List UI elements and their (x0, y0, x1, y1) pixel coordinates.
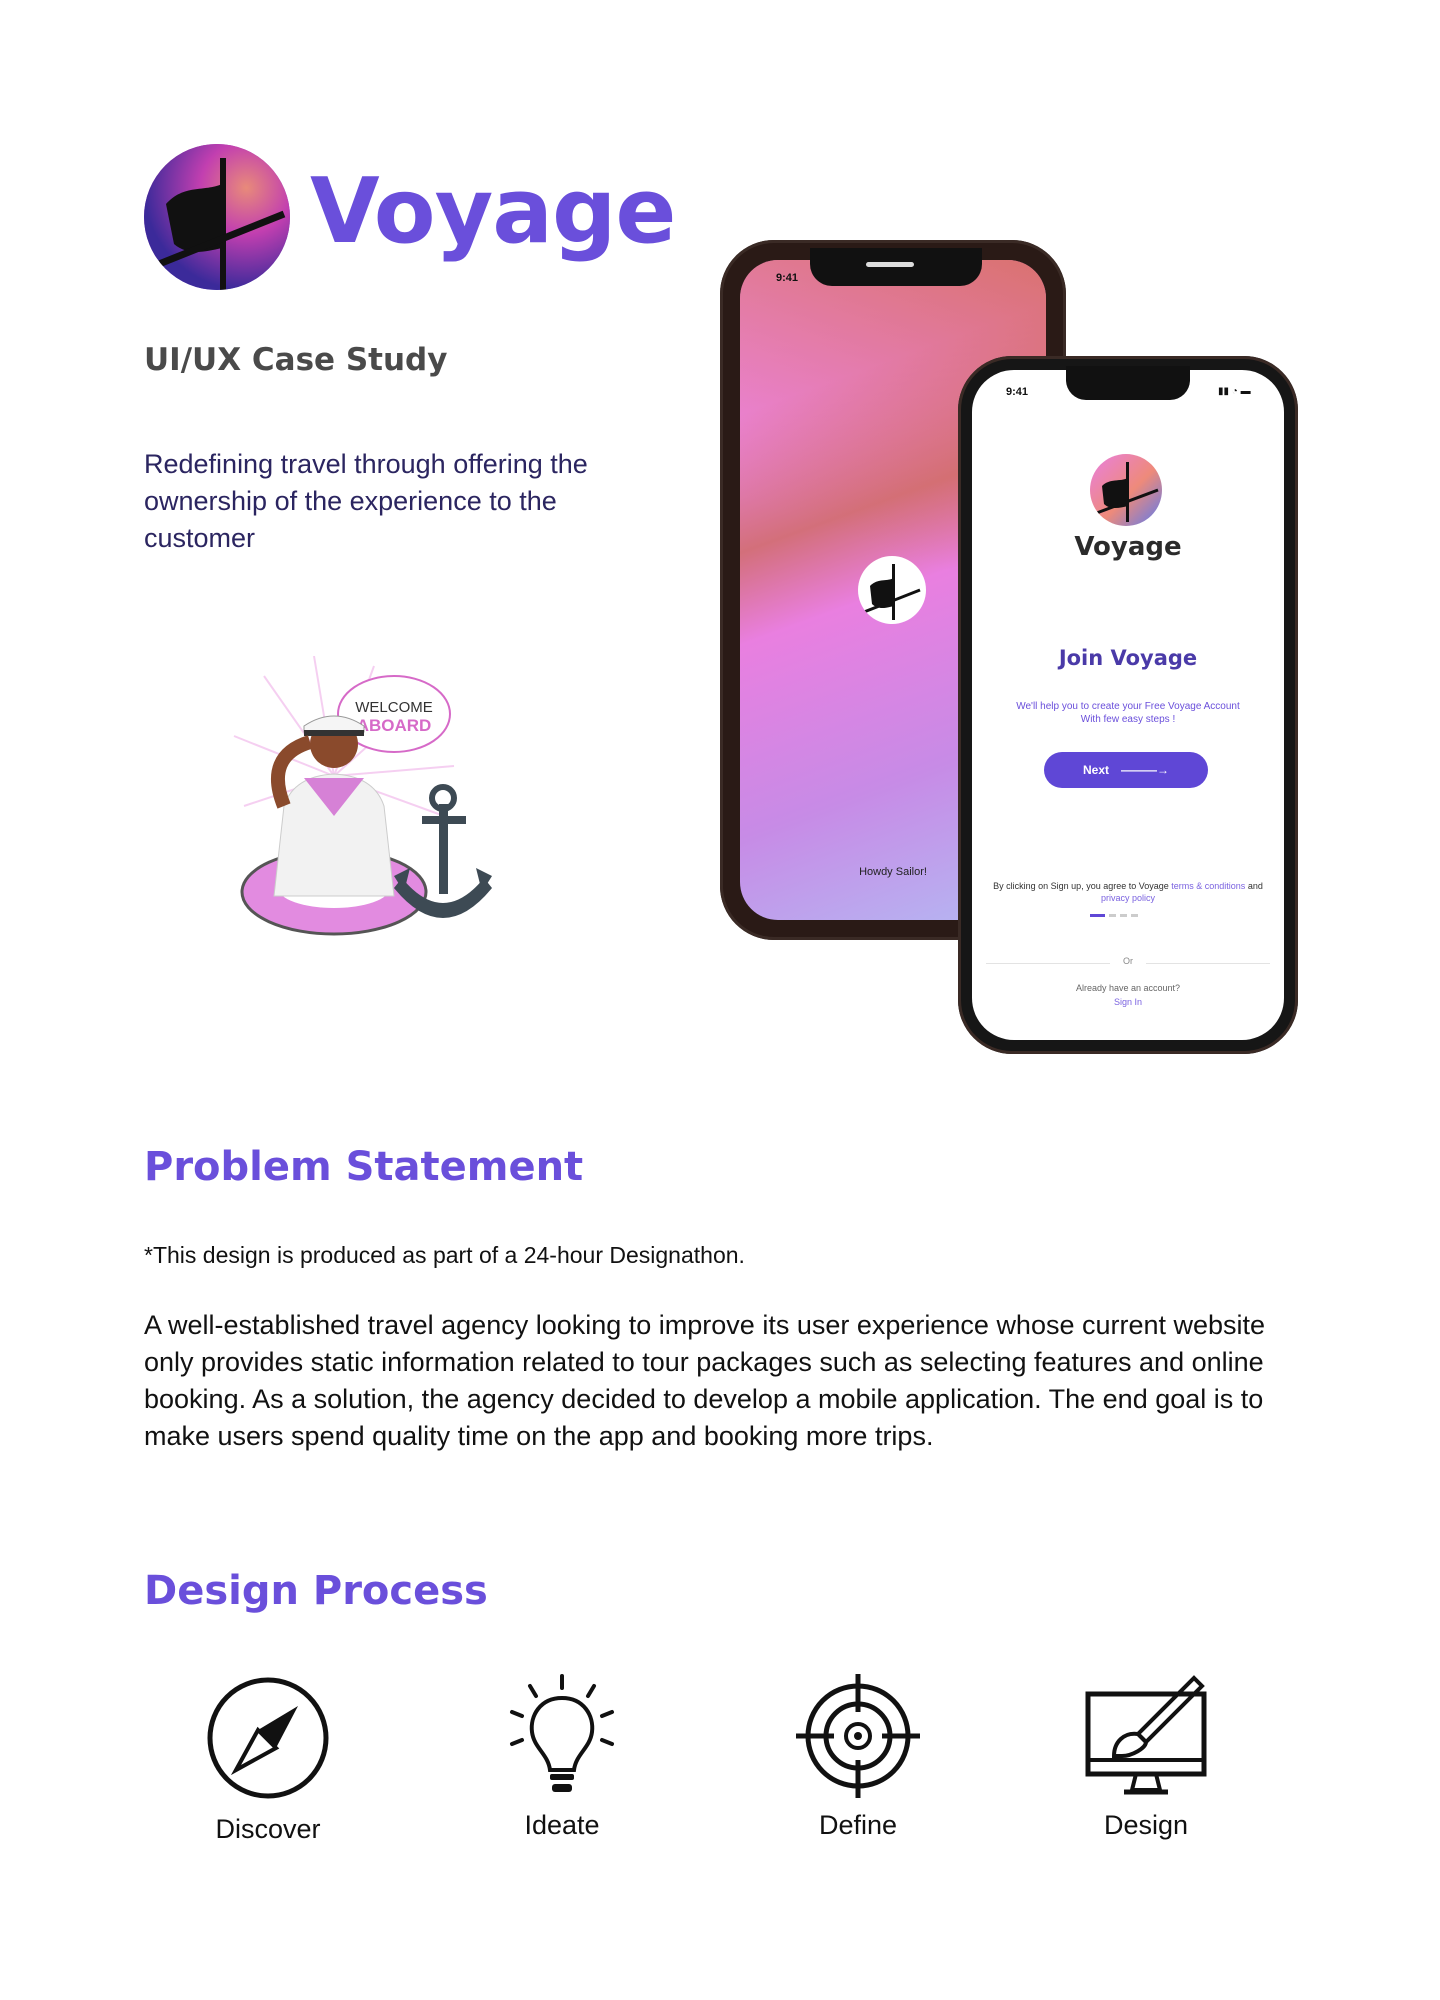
flag-icon (1090, 454, 1162, 526)
next-button[interactable]: Next ———→ (1044, 752, 1208, 788)
next-button-label: Next (1082, 763, 1109, 777)
status-time: 9:41 (776, 272, 799, 284)
problem-note: *This design is produced as part of a 24… (144, 1242, 745, 1268)
process-label-discover: Discover (215, 1814, 321, 1844)
process-label-design: Design (1103, 1810, 1189, 1840)
process-label-define: Define (818, 1810, 898, 1840)
signup-app-name: Voyage (1074, 532, 1182, 562)
status-time: 9:41 (1006, 386, 1029, 398)
splash-logo (858, 556, 926, 624)
compass-icon (207, 1677, 329, 1799)
arrow-right-icon: ———→ (1121, 763, 1169, 777)
flag-icon (863, 564, 921, 620)
already-account-text: Already have an account? (1075, 983, 1181, 993)
problem-heading: Problem Statement (144, 1144, 584, 1190)
brand-title: Voyage (310, 159, 676, 264)
target-icon (796, 1674, 920, 1798)
flag-icon (144, 144, 290, 290)
process-step-design: Design (1056, 1672, 1236, 1841)
terms-text: By clicking on Sign up, you agree to Voy… (992, 880, 1264, 904)
signup-help-text: We'll help you to create your Free Voyag… (1016, 701, 1240, 725)
speech-welcome: WELCOME (355, 699, 433, 716)
tagline: Redefining travel through offering the o… (144, 449, 588, 553)
terms-and: and (1247, 881, 1263, 891)
process-heading: Design Process (144, 1568, 488, 1614)
phone-splash-notch (810, 248, 982, 286)
terms-prefix: By clicking on Sign up, you agree to Voy… (993, 881, 1169, 891)
status-icons: ▮▮ ◔ ▬ (1218, 386, 1251, 397)
phone-signup-notch (1066, 366, 1190, 400)
process-label-ideate: Ideate (524, 1810, 600, 1840)
voyage-logo (144, 144, 290, 290)
sign-in-link[interactable]: Sign In (972, 996, 1284, 1008)
case-study-subtitle: UI/UX Case Study (144, 342, 448, 378)
process-step-ideate: Ideate (472, 1672, 652, 1841)
privacy-link[interactable]: privacy policy (1101, 893, 1155, 903)
speech-aboard: ABOARD (357, 716, 432, 735)
monitor-brush-icon (1085, 1675, 1207, 1795)
signup-logo (1090, 454, 1162, 526)
process-step-define: Define (768, 1672, 948, 1841)
terms-link[interactable]: terms & conditions (1171, 881, 1245, 891)
join-heading: Join Voyage (1058, 646, 1198, 670)
process-step-discover: Discover (178, 1676, 358, 1845)
lightbulb-icon (510, 1674, 614, 1792)
or-label: Or (1110, 956, 1146, 966)
sailor-illustration: WELCOME ABOARD (224, 655, 524, 956)
phone-signup-screen: 9:41 ▮▮ ◔ ▬ Voyage Join Voyage We'll hel… (972, 370, 1284, 1040)
step-indicator (1090, 914, 1138, 917)
problem-body: A well-established travel agency looking… (144, 1310, 1266, 1451)
